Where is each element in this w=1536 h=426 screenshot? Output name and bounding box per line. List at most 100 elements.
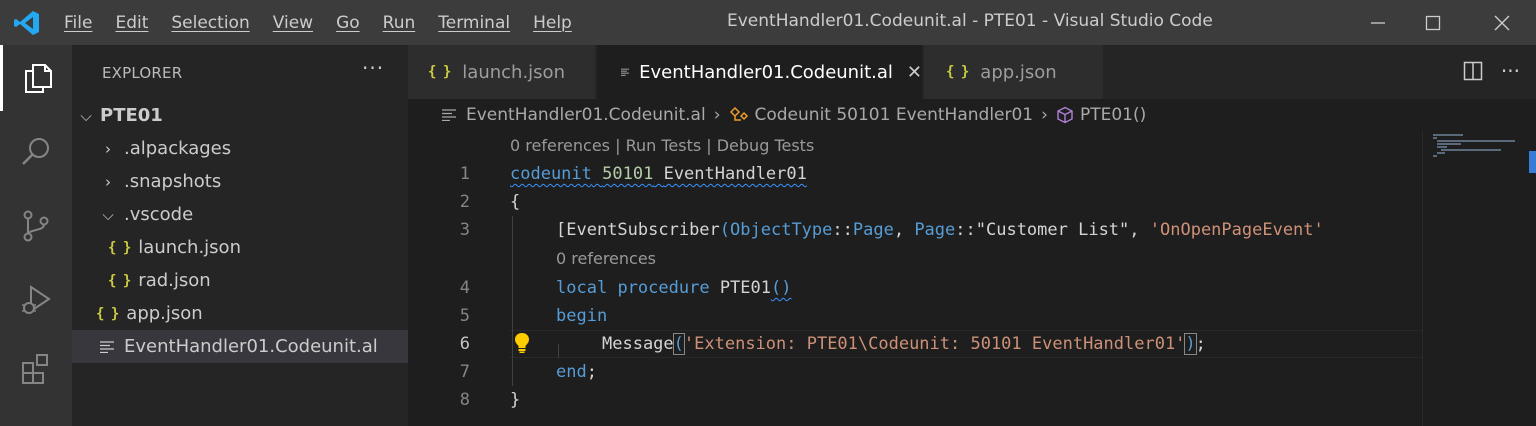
tab-app-json[interactable]: { } app.json bbox=[924, 45, 1104, 99]
breadcrumb-method[interactable]: PTE01() bbox=[1080, 105, 1146, 125]
tree-item-label: .vscode bbox=[124, 204, 194, 225]
code-text: codeunit 50101 EventHandler01 bbox=[510, 164, 807, 184]
codelens-references[interactable]: 0 references | Run Tests | Debug Tests bbox=[510, 136, 814, 155]
json-icon: { } bbox=[946, 64, 969, 80]
menu-edit[interactable]: Edit bbox=[115, 13, 148, 33]
more-actions-icon[interactable]: ··· bbox=[1501, 59, 1520, 83]
minimap-line bbox=[1437, 140, 1515, 142]
minimize-button[interactable] bbox=[1350, 0, 1406, 45]
json-icon: { } bbox=[108, 239, 131, 256]
line-number: 8 bbox=[459, 390, 470, 410]
code-line-4: 4 local procedure PTE01() bbox=[408, 274, 1422, 302]
window-title: EventHandler01.Codeunit.al - PTE01 - Vis… bbox=[727, 11, 1213, 31]
close-icon bbox=[1494, 15, 1510, 30]
code-text: } bbox=[510, 390, 521, 410]
class-symbol-icon bbox=[729, 106, 748, 121]
minimize-icon bbox=[1371, 21, 1385, 24]
line-number: 6 bbox=[459, 334, 470, 354]
title-bar: File Edit Selection View Go Run Terminal… bbox=[0, 0, 1536, 45]
activity-search[interactable] bbox=[0, 119, 72, 185]
breadcrumb-object[interactable]: Codeunit 50101 EventHandler01 bbox=[755, 105, 1034, 125]
activity-run-debug[interactable] bbox=[0, 267, 72, 333]
minimap-line bbox=[1433, 137, 1437, 139]
chevron-down-icon: ⌵ bbox=[102, 205, 114, 224]
chevron-down-icon: ⌵ bbox=[80, 106, 92, 125]
codelens-procedure-references[interactable]: 0 references bbox=[556, 249, 656, 268]
vscode-logo-icon[interactable] bbox=[14, 10, 40, 36]
tree-item-snapshots[interactable]: › .snapshots bbox=[72, 165, 408, 198]
breadcrumb: EventHandler01.Codeunit.al › Codeunit 50… bbox=[408, 99, 1536, 131]
menu-run[interactable]: Run bbox=[383, 13, 416, 33]
menu-terminal[interactable]: Terminal bbox=[438, 13, 510, 33]
menu-selection[interactable]: Selection bbox=[171, 13, 249, 33]
tab-label: launch.json bbox=[462, 61, 565, 83]
tab-label: app.json bbox=[980, 61, 1057, 83]
line-number: 4 bbox=[459, 278, 470, 298]
editor-actions: ··· bbox=[1463, 59, 1520, 83]
json-icon: { } bbox=[108, 272, 131, 289]
lightbulb-icon[interactable] bbox=[514, 332, 530, 354]
activity-bar bbox=[0, 45, 72, 426]
file-lines-icon bbox=[621, 68, 630, 76]
close-tab-icon[interactable]: ✕ bbox=[907, 62, 922, 83]
scrollbar-thumb[interactable] bbox=[1529, 151, 1536, 173]
vertical-scrollbar[interactable] bbox=[1522, 131, 1536, 426]
maximize-button[interactable] bbox=[1405, 0, 1461, 45]
explorer-sidebar: EXPLORER ··· ⌵ PTE01 › .alpackages › .sn… bbox=[72, 45, 408, 426]
activity-extensions[interactable] bbox=[0, 335, 72, 401]
minimap-line bbox=[1437, 152, 1445, 154]
code-line-2: 2 { bbox=[408, 188, 1422, 216]
activity-explorer[interactable] bbox=[0, 45, 72, 111]
tree-item-label: EventHandler01.Codeunit.al bbox=[124, 336, 378, 357]
code-text: Message('Extension: PTE01\Codeunit: 5010… bbox=[602, 333, 1206, 355]
close-window-button[interactable] bbox=[1474, 0, 1530, 45]
minimap-line bbox=[1437, 146, 1447, 148]
tree-item-eventhandler[interactable]: EventHandler01.Codeunit.al bbox=[72, 330, 408, 363]
code-line-7: 7 end; bbox=[408, 358, 1422, 386]
minimap-line bbox=[1437, 143, 1461, 145]
line-number: 1 bbox=[459, 164, 470, 184]
chevron-right-icon: › bbox=[105, 172, 111, 191]
minimap-line bbox=[1441, 149, 1501, 151]
menu-view[interactable]: View bbox=[273, 13, 313, 33]
menu-bar: File Edit Selection View Go Run Terminal… bbox=[64, 0, 595, 45]
tree-item-launch-json[interactable]: { } launch.json bbox=[72, 231, 408, 264]
menu-help[interactable]: Help bbox=[533, 13, 572, 33]
line-number: 2 bbox=[459, 192, 470, 212]
code-text: begin bbox=[556, 306, 608, 326]
activity-source-control[interactable] bbox=[0, 193, 72, 259]
code-line-8: 8 } bbox=[408, 386, 1422, 414]
code-editor[interactable]: 0 references | Run Tests | Debug Tests 1… bbox=[408, 131, 1422, 426]
tab-launch-json[interactable]: { } launch.json bbox=[408, 45, 596, 99]
run-debug-icon bbox=[22, 285, 51, 314]
menu-file[interactable]: File bbox=[64, 13, 92, 33]
code-line-5: 5 begin bbox=[408, 302, 1422, 330]
more-actions-icon[interactable]: ··· bbox=[362, 56, 384, 80]
minimap[interactable] bbox=[1422, 131, 1522, 426]
code-line-3: 3 [EventSubscriber(ObjectType::Page, Pag… bbox=[408, 216, 1422, 244]
tree-item-rad-json[interactable]: { } rad.json bbox=[72, 264, 408, 297]
code-line-6: 6 Message('Extension: PTE01\Codeunit: 50… bbox=[408, 330, 1422, 358]
breadcrumb-file[interactable]: EventHandler01.Codeunit.al bbox=[466, 105, 706, 125]
editor-tab-bar: { } launch.json EventHandler01.Codeunit.… bbox=[408, 45, 1536, 99]
tree-item-label: app.json bbox=[126, 303, 203, 324]
tree-item-vscode[interactable]: ⌵ .vscode bbox=[72, 198, 408, 231]
tree-item-alpackages[interactable]: › .alpackages bbox=[72, 132, 408, 165]
tree-item-label: .snapshots bbox=[124, 171, 222, 192]
code-text: local procedure PTE01() bbox=[556, 278, 792, 298]
file-lines-icon bbox=[442, 109, 456, 121]
minimap-line bbox=[1433, 155, 1437, 157]
minimap-line bbox=[1433, 134, 1463, 136]
tree-item-app-json[interactable]: { } app.json bbox=[72, 297, 408, 330]
split-editor-icon[interactable] bbox=[1463, 61, 1483, 81]
line-number: 7 bbox=[459, 362, 470, 382]
tree-item-pte01[interactable]: ⌵ PTE01 bbox=[72, 99, 408, 132]
chevron-right-icon: › bbox=[1041, 105, 1048, 125]
extensions-icon bbox=[22, 354, 48, 384]
maximize-icon bbox=[1425, 15, 1441, 30]
tab-eventhandler[interactable]: EventHandler01.Codeunit.al ✕ bbox=[597, 45, 923, 99]
code-text: [EventSubscriber(ObjectType::Page, Page:… bbox=[556, 220, 1324, 240]
json-icon: { } bbox=[428, 64, 451, 80]
menu-go[interactable]: Go bbox=[336, 13, 360, 33]
search-icon bbox=[22, 138, 49, 165]
